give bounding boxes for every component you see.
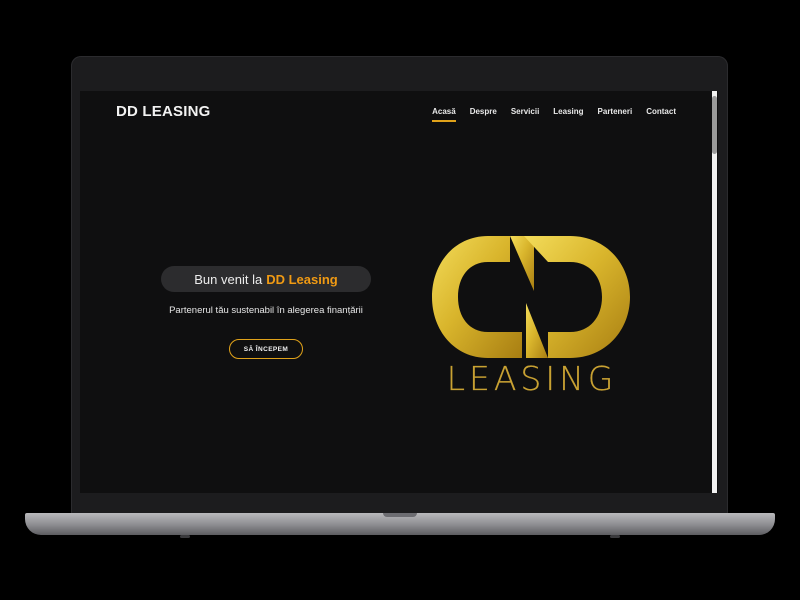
logo-left-stem — [510, 236, 534, 291]
browser-viewport: DD LEASING Acasă Despre Servicii Leasing… — [80, 91, 718, 493]
nav-item-acasa[interactable]: Acasă — [432, 107, 456, 122]
welcome-prefix: Bun venit la — [194, 271, 263, 287]
laptop-notch — [383, 513, 417, 517]
logo-right-stem — [526, 303, 548, 358]
logo-left-d — [432, 236, 522, 358]
get-started-button[interactable]: SĂ ÎNCEPEM — [229, 339, 303, 359]
nav-item-servicii[interactable]: Servicii — [511, 107, 539, 122]
hero-welcome-badge: Bun venit la DD Leasing — [161, 266, 371, 292]
nav-item-leasing[interactable]: Leasing — [553, 107, 583, 122]
welcome-highlight: DD Leasing — [266, 271, 338, 287]
logo-wordmark: LEASING — [446, 359, 618, 398]
nav-item-parteneri[interactable]: Parteneri — [598, 107, 633, 122]
laptop-foot-right — [610, 535, 620, 538]
scrollbar-thumb[interactable] — [712, 96, 717, 154]
hero-tagline: Partenerul tău sustenabil în alegerea fi… — [169, 305, 363, 316]
nav-item-contact[interactable]: Contact — [646, 107, 676, 122]
brand-logo-text[interactable]: DD LEASING — [116, 103, 211, 120]
laptop-foot-left — [180, 535, 190, 538]
nav-item-despre[interactable]: Despre — [470, 107, 497, 122]
main-nav: Acasă Despre Servicii Leasing Parteneri … — [432, 107, 676, 122]
